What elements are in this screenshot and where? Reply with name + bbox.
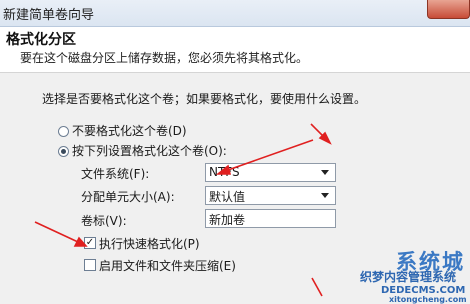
arrow-to-filesystem [227,139,314,171]
arrow-bottom-right [311,277,323,297]
watermark: 系统城 织梦内容管理系统 DEDECMS.COM xitongcheng.com [351,246,470,304]
arrowhead-icon [73,236,88,247]
watermark-line2: 织梦内容管理系统 [360,270,457,284]
watermark-line4: xitongcheng.com [389,295,467,304]
arrow-to-quick-format [34,221,79,243]
arrowhead-icon [215,164,232,175]
